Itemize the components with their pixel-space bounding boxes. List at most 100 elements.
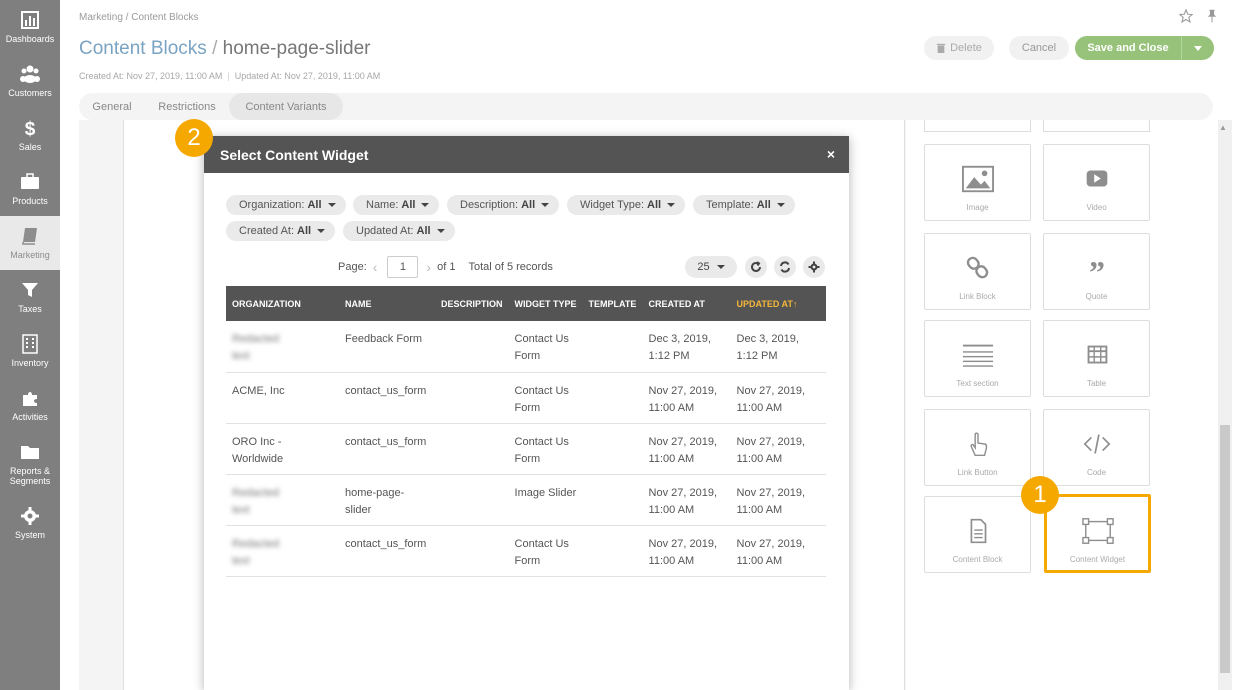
grid-settings-button[interactable]	[803, 256, 825, 278]
sidebar-item-label: Marketing	[10, 250, 50, 260]
trash-icon	[936, 43, 946, 53]
column-header-widget-type[interactable]: WIDGET TYPE	[508, 286, 583, 321]
caret-down-icon	[667, 203, 676, 207]
tab-restrictions[interactable]: Restrictions	[145, 93, 229, 120]
page-size-select[interactable]: 25	[685, 256, 737, 278]
close-icon[interactable]: ×	[827, 146, 835, 162]
prev-page-icon[interactable]: ‹	[373, 259, 378, 275]
filter-widget-type[interactable]: Widget Type: All	[567, 195, 686, 215]
block-tile-quote[interactable]: ” Quote	[1043, 233, 1150, 310]
page-scrollbar-thumb[interactable]	[1220, 425, 1230, 673]
block-tile-image[interactable]: Image	[924, 144, 1031, 221]
block-tile-link-block[interactable]: Link Block	[924, 233, 1031, 310]
block-tile-label: Quote	[1085, 292, 1108, 301]
table-row[interactable]: Redacted text Feedback Form Contact Us Fo…	[226, 321, 826, 373]
filter-icon	[22, 283, 38, 297]
column-header-updated-at[interactable]: UPDATED AT↑	[730, 286, 826, 321]
tab-general[interactable]: General	[79, 93, 145, 120]
puzzle-icon	[23, 392, 37, 406]
caret-down-icon	[541, 203, 550, 207]
quote-icon: ”	[1089, 254, 1105, 282]
filter-label: Widget Type:	[580, 199, 644, 211]
dialog-header: Select Content Widget ×	[204, 136, 849, 173]
block-tile-video[interactable]: Video	[1043, 144, 1150, 221]
sidebar-item-dashboards[interactable]: Dashboards	[0, 0, 60, 54]
block-tile-partial[interactable]	[924, 120, 1031, 132]
table-icon	[1087, 345, 1107, 364]
table-row[interactable]: Redacted text contact_us_form Contact Us …	[226, 525, 826, 577]
next-page-icon[interactable]: ›	[426, 259, 431, 275]
organization-cell-redacted: Redacted text	[232, 537, 280, 567]
tab-bar: General Restrictions Content Variants	[79, 93, 1213, 120]
annotation-badge-1: 1	[1021, 476, 1059, 514]
page-title-section[interactable]: Content Blocks	[79, 38, 207, 59]
sidebar-item-inventory[interactable]: Inventory	[0, 324, 60, 378]
block-tile-partial[interactable]	[1043, 120, 1150, 132]
refresh-icon	[751, 261, 761, 272]
caret-down-icon	[776, 203, 785, 207]
sidebar-item-system[interactable]: System	[0, 496, 60, 550]
sidebar-item-label: Customers	[8, 88, 52, 98]
page-number-input[interactable]: 1	[387, 256, 419, 278]
breadcrumb[interactable]: Marketing / Content Blocks	[79, 12, 199, 23]
block-tile-text-section[interactable]: Text section	[924, 320, 1031, 397]
filter-label: Name:	[366, 199, 399, 211]
organization-cell-redacted: Redacted text	[232, 333, 280, 362]
block-tile-content-block[interactable]: Content Block	[924, 496, 1031, 573]
sidebar-item-customers[interactable]: Customers	[0, 54, 60, 108]
updated-at-cell: Nov 27, 2019, 11:00 AM	[730, 423, 826, 475]
filter-description[interactable]: Description: All	[447, 195, 560, 215]
filter-template[interactable]: Template: All	[693, 195, 795, 215]
refresh-button[interactable]	[745, 256, 767, 278]
created-at-cell: Nov 27, 2019, 11:00 AM	[642, 525, 731, 577]
save-and-close-button[interactable]: Save and Close	[1075, 36, 1181, 60]
name-cell: contact_us_form	[339, 372, 435, 424]
table-row[interactable]: ACME, Inc contact_us_form Contact Us For…	[226, 372, 826, 424]
scroll-up-arrow-icon[interactable]: ▲	[1219, 123, 1227, 132]
column-header-template[interactable]: TEMPLATE	[582, 286, 643, 321]
description-cell	[435, 321, 509, 373]
sidebar-item-activities[interactable]: Activities	[0, 378, 60, 432]
meta-divider: |	[227, 71, 230, 81]
save-options-dropdown[interactable]	[1181, 36, 1214, 60]
reset-button[interactable]	[774, 256, 796, 278]
filter-organization[interactable]: Organization: All	[226, 195, 346, 215]
block-tile-code[interactable]: Code	[1043, 409, 1150, 486]
block-tile-link-button[interactable]: Link Button	[924, 409, 1031, 486]
column-header-created-at[interactable]: CREATED AT	[642, 286, 731, 321]
gear-icon	[21, 507, 39, 525]
delete-button[interactable]: Delete	[924, 36, 994, 60]
table-row[interactable]: ORO Inc - Worldwide contact_us_form Cont…	[226, 423, 826, 475]
sidebar-item-sales[interactable]: $ Sales	[0, 108, 60, 162]
table-row[interactable]: Redacted text home-page-slider Image Slid…	[226, 474, 826, 526]
tab-content-variants[interactable]: Content Variants	[229, 93, 343, 120]
block-tile-label: Video	[1086, 203, 1107, 212]
cancel-button[interactable]: Cancel	[1009, 36, 1069, 60]
star-icon[interactable]	[1179, 9, 1193, 23]
block-tile-table[interactable]: Table	[1043, 320, 1150, 397]
block-tile-label: Content Widget	[1069, 555, 1126, 564]
filter-created-at[interactable]: Created At: All	[226, 221, 336, 241]
save-button-label: Save and Close	[1087, 42, 1169, 54]
updated-at-cell: Dec 3, 2019, 1:12 PM	[730, 321, 826, 373]
updated-at-cell: Nov 27, 2019, 11:00 AM	[730, 525, 826, 577]
sidebar-item-label: Dashboards	[5, 34, 55, 44]
filter-label: Updated At:	[356, 225, 414, 237]
filter-value: All	[647, 199, 662, 211]
filter-updated-at[interactable]: Updated At: All	[343, 221, 455, 241]
caret-down-icon	[716, 265, 725, 269]
sidebar-item-marketing[interactable]: Marketing	[0, 216, 60, 270]
sidebar-item-label: Activities	[12, 412, 48, 422]
pin-icon[interactable]	[1206, 9, 1218, 23]
sidebar-item-reports-segments[interactable]: Reports & Segments	[0, 432, 60, 486]
column-header-name[interactable]: NAME	[339, 286, 435, 321]
grid-header-row: ORGANIZATION NAME DESCRIPTION WIDGET TYP…	[226, 286, 826, 321]
sidebar-item-taxes[interactable]: Taxes	[0, 270, 60, 324]
filter-name[interactable]: Name: All	[353, 195, 440, 215]
bar-chart-icon	[21, 11, 39, 29]
block-tile-label: Text section	[956, 379, 999, 388]
block-tile-content-widget[interactable]: Content Widget	[1044, 494, 1151, 573]
sidebar-item-products[interactable]: Products	[0, 162, 60, 216]
column-header-description[interactable]: DESCRIPTION	[435, 286, 509, 321]
column-header-organization[interactable]: ORGANIZATION	[226, 286, 339, 321]
